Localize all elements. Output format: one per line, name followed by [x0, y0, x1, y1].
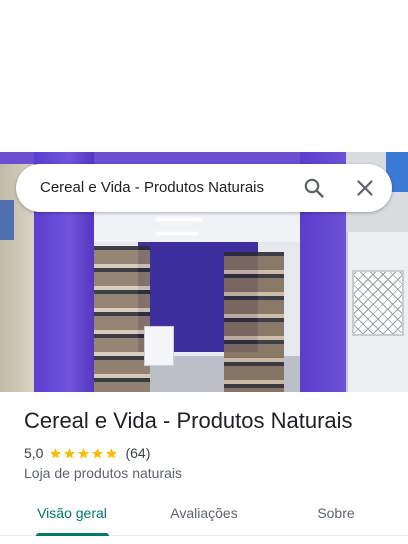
review-count[interactable]: (64) [125, 445, 150, 461]
tab-reviews[interactable]: Avaliações [152, 496, 256, 536]
place-category: Loja de produtos naturais [24, 465, 182, 481]
rating-stars [49, 447, 119, 460]
active-tab-indicator [36, 533, 109, 536]
close-icon[interactable] [353, 176, 377, 200]
star-icon [106, 447, 118, 458]
map-blank-area [0, 0, 408, 152]
rating-row[interactable]: 5,0 (64) [24, 444, 150, 462]
photo-window-grille [352, 270, 404, 336]
place-title: Cereal e Vida - Produtos Naturais [24, 408, 353, 433]
photo-store-interior [94, 206, 300, 392]
star-icon [92, 447, 104, 458]
star-icon [50, 447, 62, 458]
place-tabs: Visão geral Avaliações Sobre [0, 496, 408, 536]
tab-about[interactable]: Sobre [296, 496, 376, 536]
search-icon[interactable] [302, 176, 326, 200]
search-query-text[interactable]: Cereal e Vida - Produtos Naturais [40, 164, 264, 212]
search-bar[interactable]: Cereal e Vida - Produtos Naturais [16, 164, 392, 212]
star-icon [78, 447, 90, 458]
star-icon [64, 447, 76, 458]
tab-overview[interactable]: Visão geral [24, 496, 120, 536]
rating-value: 5,0 [24, 445, 44, 461]
